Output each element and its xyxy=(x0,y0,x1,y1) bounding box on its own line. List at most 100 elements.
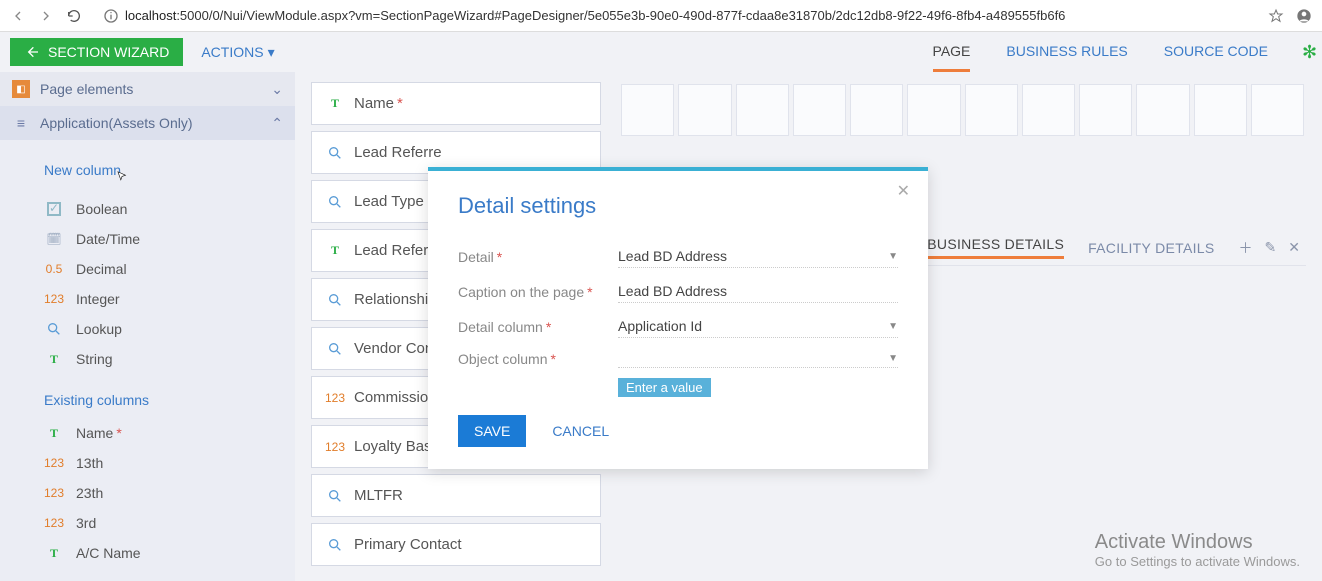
detail-tab-business-details[interactable]: BUSINESS DETAILS xyxy=(927,236,1064,259)
star-icon xyxy=(1268,8,1284,24)
text-icon: T xyxy=(44,544,64,562)
field-label: Vendor Con xyxy=(354,340,433,357)
col-label: Name* xyxy=(76,425,122,441)
text-icon: T xyxy=(44,424,64,442)
col-label: Date/Time xyxy=(76,231,140,247)
boolean-icon xyxy=(47,202,61,216)
layout-grid[interactable] xyxy=(619,82,1306,138)
text-icon: T xyxy=(44,350,64,368)
close-tab-icon[interactable]: ✕ xyxy=(1288,239,1300,256)
excol-acname[interactable]: T A/C Name xyxy=(44,538,295,568)
url-bar[interactable]: localhost:5000/0/Nui/ViewModule.aspx?vm=… xyxy=(92,3,1258,29)
col-label: Decimal xyxy=(76,261,127,277)
actions-menu[interactable]: ACTIONS ▾ xyxy=(201,44,274,61)
bookmark-button[interactable] xyxy=(1266,6,1286,26)
chevron-down-icon: ⌄ xyxy=(271,81,283,98)
integer-icon: 123 xyxy=(44,484,64,502)
reload-button[interactable] xyxy=(64,6,84,26)
sidebar: ◧ Page elements ⌄ ≡ Application(Assets O… xyxy=(0,72,295,581)
edit-tab-icon[interactable]: ✎ xyxy=(1265,239,1277,256)
field-name[interactable]: TName* xyxy=(311,82,601,125)
validation-tooltip: Enter a value xyxy=(618,378,711,397)
newcol-boolean[interactable]: Boolean xyxy=(44,194,295,224)
grid-cell[interactable] xyxy=(907,84,960,136)
excol-3rd[interactable]: 1233rd xyxy=(44,508,295,538)
forward-button[interactable] xyxy=(36,6,56,26)
panel-page-elements[interactable]: ◧ Page elements ⌄ xyxy=(0,72,295,106)
search-icon xyxy=(326,194,344,210)
grid-cell[interactable] xyxy=(678,84,731,136)
newcol-integer[interactable]: 123Integer xyxy=(44,284,295,314)
field-label: Commission xyxy=(354,389,437,406)
add-tab-icon[interactable]: ＋ xyxy=(1239,238,1253,258)
cancel-button[interactable]: CANCEL xyxy=(552,423,609,439)
search-icon xyxy=(44,320,64,338)
row-detail-column: Detail column* Application Id▼ xyxy=(458,309,898,344)
search-icon xyxy=(326,145,344,161)
input-detail-column[interactable]: Application Id▼ xyxy=(618,315,898,338)
text-icon: T xyxy=(326,243,344,258)
grid-cell[interactable] xyxy=(1251,84,1304,136)
field-label: Relationship xyxy=(354,291,437,308)
col-label: A/C Name xyxy=(76,545,141,561)
search-icon xyxy=(326,488,344,504)
grid-cell[interactable] xyxy=(621,84,674,136)
input-detail[interactable]: Lead BD Address▼ xyxy=(618,245,898,268)
profile-button[interactable] xyxy=(1294,6,1314,26)
newcol-datetime[interactable]: 🗓Date/Time xyxy=(44,224,295,254)
user-icon xyxy=(1296,8,1312,24)
list-icon: ≡ xyxy=(12,114,30,132)
integer-icon: 123 xyxy=(326,391,344,405)
label-detail: Detail* xyxy=(458,249,618,265)
label-detail-column: Detail column* xyxy=(458,319,618,335)
back-button[interactable] xyxy=(8,6,28,26)
close-icon: ✕ xyxy=(897,183,910,200)
windows-watermark: Activate Windows Go to Settings to activ… xyxy=(1095,531,1300,569)
grid-cell[interactable] xyxy=(965,84,1018,136)
field-primary-contact[interactable]: Primary Contact xyxy=(311,523,601,566)
tab-page[interactable]: PAGE xyxy=(933,33,971,72)
grid-cell[interactable] xyxy=(736,84,789,136)
tab-business-rules[interactable]: BUSINESS RULES xyxy=(1006,33,1127,72)
newcol-decimal[interactable]: 0.5 Decimal xyxy=(44,254,295,284)
decimal-icon: 0.5 xyxy=(44,260,64,278)
detail-settings-modal: ✕ Detail settings Detail* Lead BD Addres… xyxy=(428,167,928,469)
app-header: SECTION WIZARD ACTIONS ▾ PAGE BUSINESS R… xyxy=(0,32,1322,72)
section-wizard-button[interactable]: SECTION WIZARD xyxy=(10,38,183,66)
label-caption: Caption on the page* xyxy=(458,284,618,300)
grid-cell[interactable] xyxy=(793,84,846,136)
input-caption[interactable]: Lead BD Address xyxy=(618,280,898,303)
watermark-subtitle: Go to Settings to activate Windows. xyxy=(1095,554,1300,569)
grid-cell[interactable] xyxy=(1194,84,1247,136)
watermark-title: Activate Windows xyxy=(1095,531,1300,554)
field-mltfr[interactable]: MLTFR xyxy=(311,474,601,517)
input-object-column[interactable]: ▼ xyxy=(618,350,898,368)
tab-source-code[interactable]: SOURCE CODE xyxy=(1164,33,1268,72)
close-button[interactable]: ✕ xyxy=(897,181,910,201)
field-label: Primary Contact xyxy=(354,536,462,553)
excol-23th[interactable]: 12323th xyxy=(44,478,295,508)
row-detail: Detail* Lead BD Address▼ xyxy=(458,239,898,274)
caret-down-icon: ▾ xyxy=(268,44,275,61)
save-button[interactable]: SAVE xyxy=(458,415,526,447)
row-caption: Caption on the page* Lead BD Address xyxy=(458,274,898,309)
grid-cell[interactable] xyxy=(850,84,903,136)
panel-application[interactable]: ≡ Application(Assets Only) ⌃ xyxy=(0,106,295,140)
grid-cell[interactable] xyxy=(1022,84,1075,136)
col-label: Boolean xyxy=(76,201,127,217)
arrow-left-icon xyxy=(10,8,26,24)
grid-cell[interactable] xyxy=(1136,84,1189,136)
grid-cell[interactable] xyxy=(1079,84,1132,136)
detail-tab-facility-details[interactable]: FACILITY DETAILS xyxy=(1088,240,1214,256)
modal-title: Detail settings xyxy=(458,193,898,219)
excol-13th[interactable]: 12313th xyxy=(44,448,295,478)
newcol-lookup[interactable]: Lookup xyxy=(44,314,295,344)
url-text: localhost:5000/0/Nui/ViewModule.aspx?vm=… xyxy=(125,8,1065,23)
settings-icon[interactable]: ✻ xyxy=(1302,42,1312,63)
browser-bar: localhost:5000/0/Nui/ViewModule.aspx?vm=… xyxy=(0,0,1322,32)
newcol-string[interactable]: TString xyxy=(44,344,295,374)
excol-name[interactable]: T Name* xyxy=(44,418,295,448)
header-tabs: PAGE BUSINESS RULES SOURCE CODE xyxy=(933,33,1278,72)
actions-label: ACTIONS xyxy=(201,44,263,60)
col-label: 3rd xyxy=(76,515,96,531)
